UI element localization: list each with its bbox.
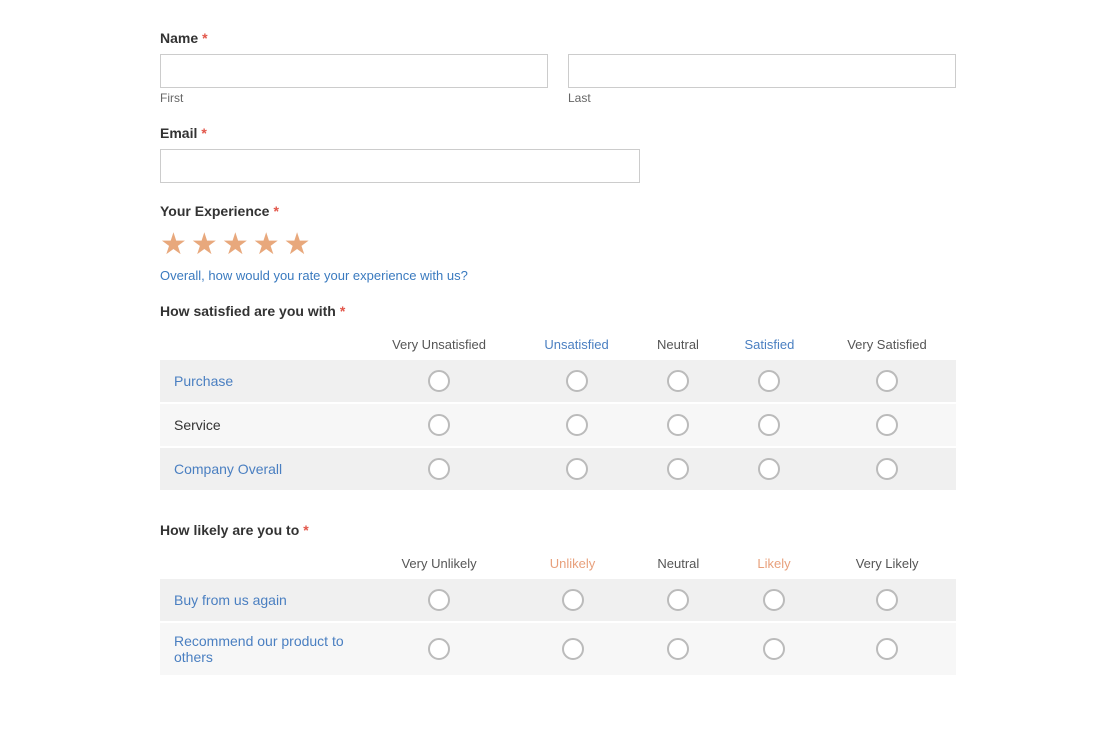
satisfaction-row-1-col-3[interactable] (758, 414, 780, 436)
last-name-sublabel: Last (568, 91, 956, 105)
likely-row-0-col-4[interactable] (876, 589, 898, 611)
satisfaction-label: How satisfied are you with * (160, 303, 956, 319)
experience-field-group: Your Experience * ★ ★ ★ ★ ★ Overall, how… (160, 203, 956, 283)
likely-label-text: How likely are you to (160, 522, 299, 538)
likely-row-0-col-3[interactable] (763, 589, 785, 611)
likely-section: How likely are you to * Very Unlikely Un… (160, 522, 956, 677)
likely-row-1-col-0[interactable] (428, 638, 450, 660)
likely-row-1-col-2[interactable] (667, 638, 689, 660)
likely-row-1-col-3[interactable] (763, 638, 785, 660)
star-5[interactable]: ★ (284, 227, 311, 262)
first-name-input[interactable] (160, 54, 548, 88)
likely-col-header-2: Unlikely (518, 548, 627, 579)
experience-label-text: Your Experience (160, 203, 269, 219)
satisfaction-row-0-col-1[interactable] (566, 370, 588, 392)
email-label: Email * (160, 125, 956, 141)
likely-col-header-1: Very Unlikely (360, 548, 518, 579)
experience-label: Your Experience * (160, 203, 956, 219)
stars-row: ★ ★ ★ ★ ★ (160, 227, 956, 262)
name-required-star: * (202, 30, 207, 46)
star-1[interactable]: ★ (160, 227, 187, 262)
satisfaction-col-header-4: Satisfied (721, 329, 818, 360)
likely-table: Very Unlikely Unlikely Neutral Likely Ve… (160, 548, 956, 677)
name-inputs-row: First Last (160, 54, 956, 105)
likely-label: How likely are you to * (160, 522, 956, 538)
satisfaction-col-header-0 (160, 329, 360, 360)
satisfaction-col-header-2: Unsatisfied (518, 329, 635, 360)
satisfaction-col-header-5: Very Satisfied (818, 329, 956, 360)
first-name-sublabel: First (160, 91, 548, 105)
likely-row-1-col-4[interactable] (876, 638, 898, 660)
satisfaction-row-2-label: Company Overall (174, 461, 282, 477)
satisfaction-label-text: How satisfied are you with (160, 303, 336, 319)
likely-col-header-4: Likely (730, 548, 818, 579)
likely-row-0-col-2[interactable] (667, 589, 689, 611)
satisfaction-col-header-1: Very Unsatisfied (360, 329, 518, 360)
form-container: Name * First Last Email * Your Experienc… (0, 0, 1116, 750)
satisfaction-row-0-col-2[interactable] (667, 370, 689, 392)
email-field-group: Email * (160, 125, 956, 183)
name-label-text: Name (160, 30, 198, 46)
satisfaction-row-1-col-0[interactable] (428, 414, 450, 436)
table-row: Service (160, 403, 956, 447)
likely-row-0-label: Buy from us again (174, 592, 287, 608)
email-required-star: * (201, 125, 206, 141)
likely-required-star: * (303, 522, 308, 538)
email-input[interactable] (160, 149, 640, 183)
satisfaction-row-0-label: Purchase (174, 373, 233, 389)
satisfaction-row-2-col-3[interactable] (758, 458, 780, 480)
satisfaction-row-2-col-0[interactable] (428, 458, 450, 480)
star-4[interactable]: ★ (253, 227, 280, 262)
first-name-wrap: First (160, 54, 548, 105)
email-label-text: Email (160, 125, 197, 141)
satisfaction-col-header-3: Neutral (635, 329, 721, 360)
satisfaction-row-2-col-1[interactable] (566, 458, 588, 480)
table-row: Buy from us again (160, 579, 956, 622)
name-field-group: Name * First Last (160, 30, 956, 105)
table-row: Purchase (160, 360, 956, 403)
satisfaction-row-1-col-1[interactable] (566, 414, 588, 436)
satisfaction-row-1-col-2[interactable] (667, 414, 689, 436)
satisfaction-row-0-col-3[interactable] (758, 370, 780, 392)
satisfaction-section: How satisfied are you with * Very Unsati… (160, 303, 956, 492)
experience-required-star: * (273, 203, 278, 219)
satisfaction-row-1-col-4[interactable] (876, 414, 898, 436)
likely-col-header-5: Very Likely (818, 548, 956, 579)
last-name-input[interactable] (568, 54, 956, 88)
star-2[interactable]: ★ (191, 227, 218, 262)
satisfaction-row-2-col-2[interactable] (667, 458, 689, 480)
satisfaction-row-0-col-0[interactable] (428, 370, 450, 392)
likely-col-header-0 (160, 548, 360, 579)
satisfaction-row-1-label: Service (174, 417, 221, 433)
likely-row-0-col-1[interactable] (562, 589, 584, 611)
name-label: Name * (160, 30, 956, 46)
table-row: Company Overall (160, 447, 956, 491)
experience-hint: Overall, how would you rate your experie… (160, 268, 956, 283)
satisfaction-row-2-col-4[interactable] (876, 458, 898, 480)
satisfaction-row-0-col-4[interactable] (876, 370, 898, 392)
likely-col-header-3: Neutral (627, 548, 730, 579)
likely-row-0-col-0[interactable] (428, 589, 450, 611)
star-3[interactable]: ★ (222, 227, 249, 262)
satisfaction-table: Very Unsatisfied Unsatisfied Neutral Sat… (160, 329, 956, 492)
last-name-wrap: Last (568, 54, 956, 105)
table-row: Recommend our product to others (160, 622, 956, 676)
satisfaction-required-star: * (340, 303, 345, 319)
likely-row-1-label: Recommend our product to others (174, 633, 344, 665)
likely-row-1-col-1[interactable] (562, 638, 584, 660)
